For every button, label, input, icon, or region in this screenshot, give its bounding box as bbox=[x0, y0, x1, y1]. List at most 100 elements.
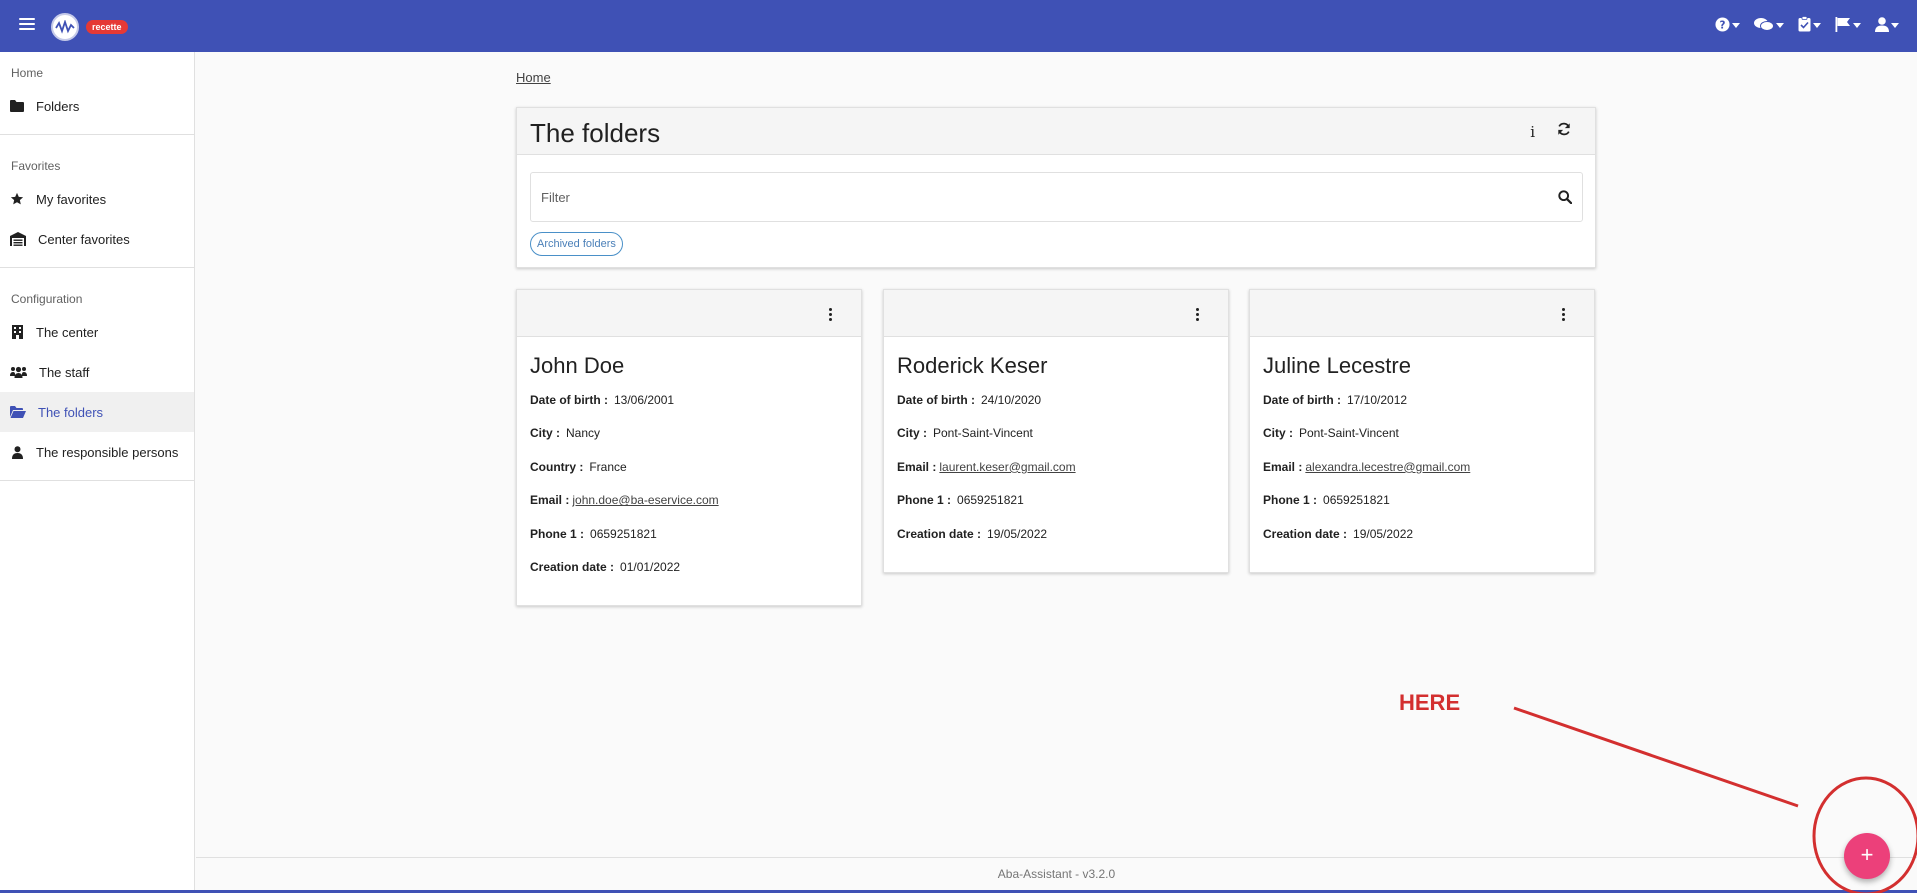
sidebar-item-label: The staff bbox=[39, 364, 90, 380]
star-icon bbox=[10, 192, 24, 206]
card-header bbox=[1250, 290, 1594, 337]
field-value: 13/06/2001 bbox=[614, 393, 675, 407]
field-value: 01/01/2022 bbox=[620, 559, 681, 574]
field-email: Email : laurent.keser@gmail.com bbox=[897, 460, 1215, 493]
chat-menu-button[interactable] bbox=[1754, 16, 1784, 32]
add-folder-fab[interactable]: + bbox=[1844, 833, 1890, 879]
user-menu-button[interactable] bbox=[1875, 16, 1899, 32]
card-body: Roderick Keser Date of birth : 24/10/2020… bbox=[884, 337, 1228, 572]
info-icon[interactable]: i bbox=[1530, 123, 1535, 141]
search-icon[interactable] bbox=[1558, 190, 1573, 209]
folder-name: Roderick Keser bbox=[897, 353, 1048, 378]
field-creation-date: Creation date : 01/01/2022 bbox=[530, 560, 848, 593]
sidebar-item-label: My favorites bbox=[36, 191, 107, 207]
footer-version: Aba-Assistant - v3.2.0 bbox=[196, 857, 1917, 893]
field-value: 0659251821 bbox=[1323, 493, 1390, 508]
chevron-down-icon bbox=[1853, 22, 1861, 28]
folder-name: Juline Lecestre bbox=[1263, 353, 1411, 378]
field-label: Date of birth : bbox=[897, 393, 975, 407]
refresh-icon[interactable] bbox=[1557, 122, 1571, 141]
field-city: City : Pont-Saint-Vincent bbox=[897, 426, 1215, 459]
field-date-of-birth: Date of birth : 24/10/2020 bbox=[897, 393, 1215, 426]
sidebar-item-folders[interactable]: Folders bbox=[0, 86, 194, 126]
field-label: City : bbox=[1263, 426, 1293, 441]
more-vertical-icon[interactable] bbox=[829, 308, 833, 323]
field-email: Email : john.doe@ba-eservice.com bbox=[530, 493, 848, 526]
sidebar-item-the-folders[interactable]: The folders bbox=[0, 392, 194, 432]
folder-card-john-doe[interactable]: John Doe Date of birth : 13/06/2001 City … bbox=[516, 289, 862, 607]
sidebar-item-label: Center favorites bbox=[38, 231, 130, 247]
field-label: Creation date : bbox=[897, 526, 982, 541]
panel-header: The folders i bbox=[517, 108, 1595, 155]
field-city: City : Nancy bbox=[530, 426, 848, 459]
email-link[interactable]: laurent.keser@gmail.com bbox=[939, 460, 1075, 474]
app-logo[interactable] bbox=[51, 13, 79, 41]
field-value: 17/10/2012 bbox=[1347, 393, 1408, 407]
sidebar-item-my-favorites[interactable]: My favorites bbox=[0, 179, 194, 219]
field-label: City : bbox=[897, 426, 927, 441]
sidebar-item-center-favorites[interactable]: Center favorites bbox=[0, 219, 194, 259]
field-value: 0659251821 bbox=[590, 526, 657, 541]
card-header bbox=[884, 290, 1228, 337]
building-icon bbox=[10, 325, 24, 339]
top-app-bar: recette ? bbox=[0, 0, 1917, 52]
chevron-down-icon bbox=[1891, 22, 1899, 28]
field-city: City : Pont-Saint-Vincent bbox=[1263, 426, 1581, 459]
sidebar-item-the-staff[interactable]: The staff bbox=[0, 352, 194, 392]
top-actions: ? bbox=[1715, 16, 1899, 32]
annotation-arrow-line bbox=[1513, 706, 1799, 808]
chevron-down-icon bbox=[1813, 22, 1821, 28]
field-email: Email : alexandra.lecestre@gmail.com bbox=[1263, 460, 1581, 493]
sidebar-item-the-center[interactable]: The center bbox=[0, 312, 194, 352]
more-vertical-icon[interactable] bbox=[1562, 308, 1566, 323]
language-menu-button[interactable] bbox=[1835, 16, 1861, 32]
user-icon bbox=[10, 445, 24, 459]
field-value: Pont-Saint-Vincent bbox=[933, 426, 1033, 441]
field-label: Email : bbox=[530, 493, 570, 508]
email-link[interactable]: john.doe@ba-eservice.com bbox=[572, 493, 718, 507]
help-menu-button[interactable]: ? bbox=[1715, 16, 1740, 32]
field-date-of-birth: Date of birth : 17/10/2012 bbox=[1263, 393, 1581, 426]
field-label: City : bbox=[530, 426, 560, 441]
field-value: 19/05/2022 bbox=[1353, 526, 1414, 541]
sidebar-heading: Home bbox=[11, 66, 44, 80]
filter-input[interactable] bbox=[531, 173, 1531, 221]
more-vertical-icon[interactable] bbox=[1196, 308, 1200, 323]
field-label: Email : bbox=[1263, 459, 1303, 474]
annotation-label: HERE bbox=[1399, 690, 1461, 715]
sidebar-item-label: The center bbox=[36, 324, 99, 340]
field-date-of-birth: Date of birth : 13/06/2001 bbox=[530, 393, 848, 426]
chat-icon bbox=[1754, 17, 1774, 31]
wave-logo-icon bbox=[55, 20, 75, 34]
field-value: Pont-Saint-Vincent bbox=[1299, 426, 1399, 441]
field-label: Phone 1 : bbox=[897, 493, 952, 508]
field-value: 0659251821 bbox=[957, 493, 1024, 508]
tasks-menu-button[interactable] bbox=[1798, 16, 1821, 32]
menu-icon[interactable] bbox=[19, 18, 35, 32]
sidebar-item-the-responsible-persons[interactable]: The responsible persons bbox=[0, 432, 194, 472]
archived-folders-chip[interactable]: Archived folders bbox=[530, 232, 623, 256]
sidebar-section-configuration: Configuration The center The staff The f… bbox=[0, 268, 194, 481]
field-phone-1: Phone 1 : 0659251821 bbox=[1263, 493, 1581, 526]
field-value: 24/10/2020 bbox=[981, 393, 1042, 407]
sidebar-heading: Configuration bbox=[11, 292, 83, 306]
field-label: Creation date : bbox=[1263, 526, 1348, 541]
help-icon: ? bbox=[1715, 16, 1730, 32]
page-title: The folders bbox=[530, 118, 661, 148]
breadcrumb-home-link[interactable]: Home bbox=[516, 70, 551, 85]
card-body: John Doe Date of birth : 13/06/2001 City … bbox=[517, 337, 861, 605]
field-label: Phone 1 : bbox=[1263, 493, 1318, 508]
chevron-down-icon bbox=[1776, 22, 1784, 28]
email-link[interactable]: alexandra.lecestre@gmail.com bbox=[1305, 460, 1470, 474]
clipboard-check-icon bbox=[1798, 16, 1811, 32]
field-creation-date: Creation date : 19/05/2022 bbox=[1263, 527, 1581, 560]
folder-card-juline-lecestre[interactable]: Juline Lecestre Date of birth : 17/10/201… bbox=[1249, 289, 1595, 573]
field-label: Date of birth : bbox=[530, 393, 608, 407]
field-label: Email : bbox=[897, 459, 937, 474]
folder-card-roderick-keser[interactable]: Roderick Keser Date of birth : 24/10/2020… bbox=[883, 289, 1229, 573]
users-icon bbox=[10, 365, 27, 379]
field-value: Nancy bbox=[566, 426, 601, 441]
flag-icon bbox=[1835, 16, 1850, 32]
card-body: Juline Lecestre Date of birth : 17/10/201… bbox=[1250, 337, 1594, 572]
user-icon bbox=[1875, 16, 1889, 32]
